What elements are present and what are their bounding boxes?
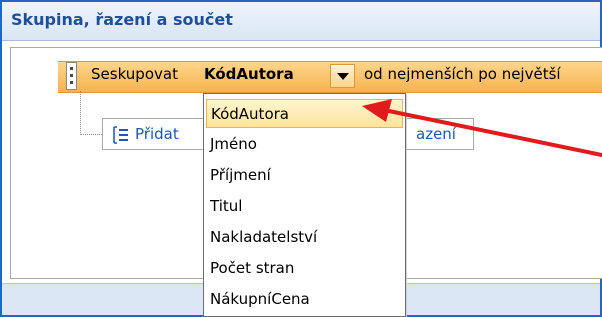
dropdown-item-jmeno[interactable]: Jméno <box>206 130 403 159</box>
tree-connector-h <box>80 134 102 136</box>
add-sort-label: Přidat <box>135 125 179 143</box>
group-by-label: Seskupovat <box>91 65 178 83</box>
sort-order-select[interactable]: od nejmenších po největší <box>364 65 561 83</box>
pane-title-bar: Skupina, řazení a součet <box>2 2 600 41</box>
field-dropdown-list[interactable]: KódAutora Jméno Příjmení Titul Nakladate… <box>203 93 406 317</box>
dropdown-item-kodautora[interactable]: KódAutora <box>206 99 403 128</box>
dropdown-item-nakladatelstvi[interactable]: Nakladatelství <box>206 223 403 252</box>
group-field-select[interactable]: KódAutora <box>204 65 294 83</box>
dropdown-item-nakupnicena[interactable]: NákupníCena <box>206 285 403 314</box>
add-sort-label-tail: azení <box>416 125 456 143</box>
drag-handle-icon[interactable] <box>66 62 77 90</box>
sort-list-icon <box>113 126 128 144</box>
dropdown-item-prijmeni[interactable]: Příjmení <box>206 161 403 190</box>
dropdown-item-pocet-stran[interactable]: Počet stran <box>206 254 403 283</box>
tree-connector <box>80 91 82 135</box>
pane-title: Skupina, řazení a součet <box>11 10 233 29</box>
chevron-down-icon[interactable] <box>330 64 355 88</box>
dropdown-item-titul[interactable]: Titul <box>206 192 403 221</box>
